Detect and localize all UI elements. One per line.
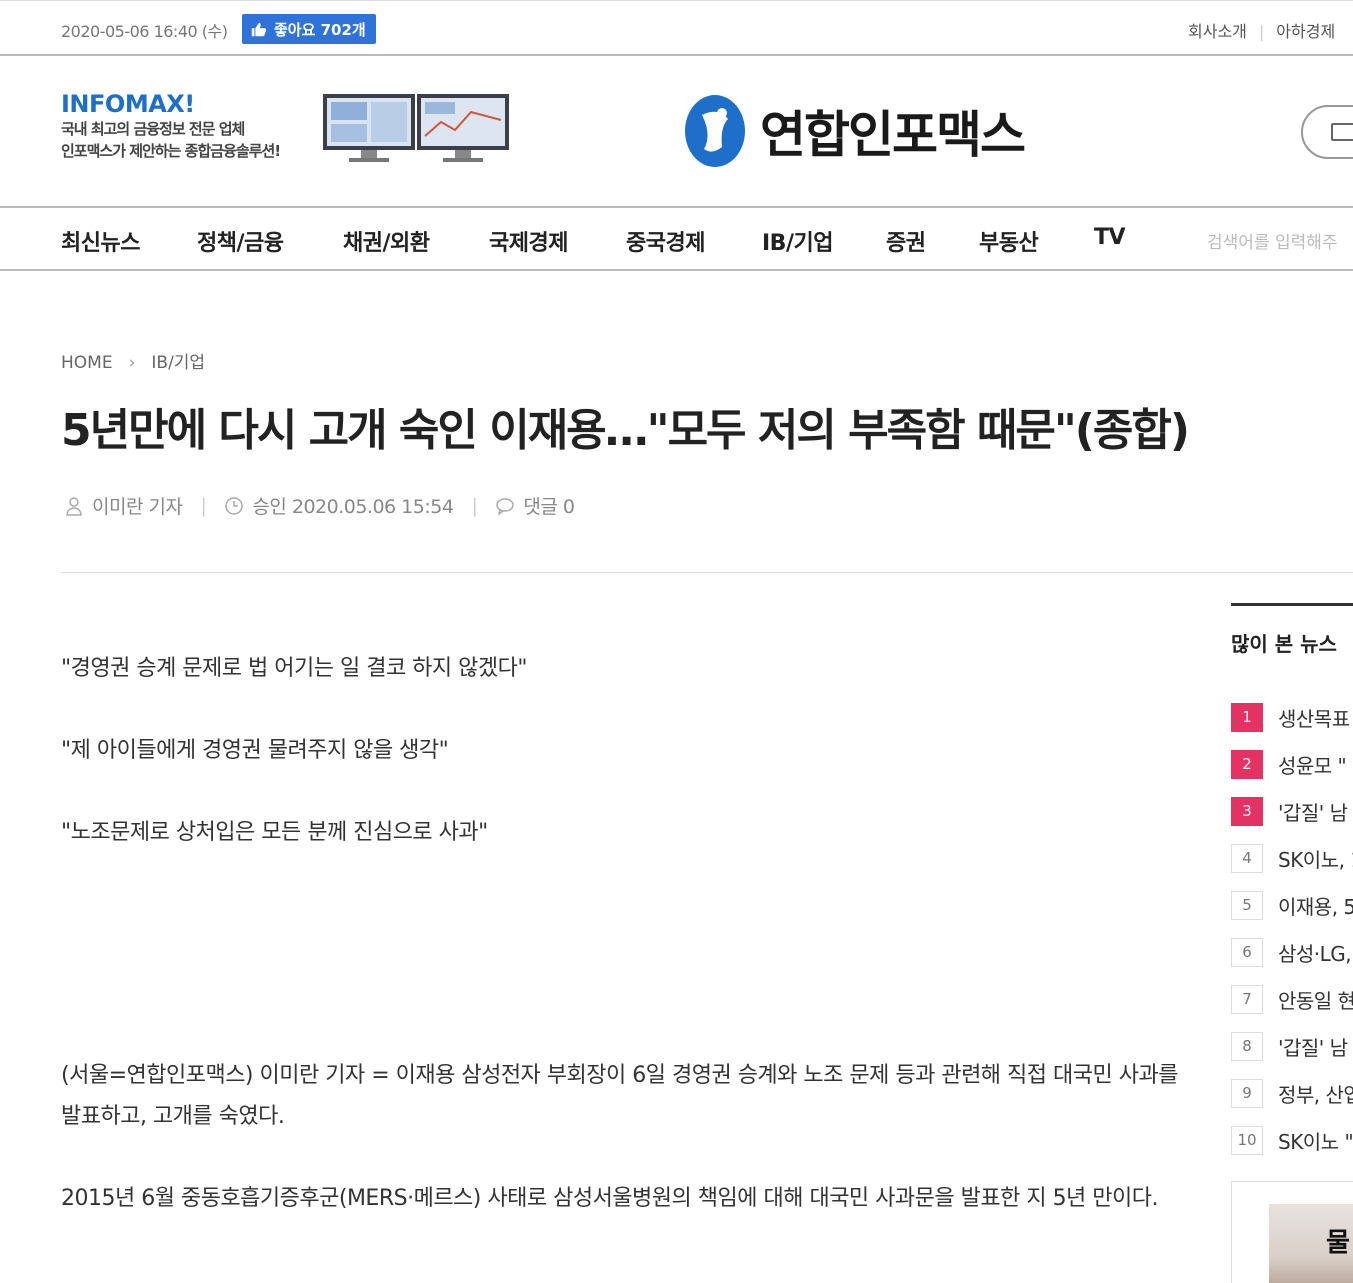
nav-securities[interactable]: 증권 — [886, 225, 926, 257]
facebook-like-button[interactable]: 좋아요 702개 — [242, 14, 376, 44]
rank-headline[interactable]: '갑질' 남 — [1278, 1032, 1348, 1061]
aha-economy-link[interactable]: 아하경제 — [1276, 22, 1335, 41]
rank-headline[interactable]: SK이노 " — [1278, 1126, 1353, 1155]
rank-number: 5 — [1231, 891, 1263, 920]
breadcrumb-section[interactable]: IB/기업 — [151, 353, 205, 373]
rank-number: 9 — [1231, 1079, 1263, 1108]
article-quote: "제 아이들에게 경영권 물려주지 않을 생각" — [61, 738, 449, 763]
rank-headline[interactable]: '갑질' 남 — [1278, 797, 1348, 826]
comment-icon — [496, 497, 515, 516]
yonhap-logo-icon — [685, 95, 745, 167]
popular-news-item[interactable]: 4 SK이노, 1 — [1231, 842, 1353, 874]
header-divider — [61, 572, 1353, 573]
monitor-icon — [1331, 123, 1353, 141]
rank-headline[interactable]: SK이노, 1 — [1278, 844, 1353, 873]
popular-news-sidebar: 많이 본 뉴스 1 생산목표 2 성윤모 " 3 '갑질' 남 4 SK이노, 1 5이… — [1231, 603, 1353, 1283]
popular-news-item[interactable]: 10 SK이노 " — [1231, 1124, 1353, 1156]
current-datetime: 2020-05-06 16:40 (수) — [61, 22, 228, 41]
top-bar: 2020-05-06 16:40 (수) 좋아요 702개 회사소개 | 아하경제 — [0, 0, 1353, 56]
popular-news-item[interactable]: 9 정부, 산업 — [1231, 1077, 1353, 1109]
popular-news-item[interactable]: 6 삼성·LG, — [1231, 936, 1353, 968]
rank-headline[interactable]: 이재용, 5 — [1278, 891, 1353, 920]
article-quote: "경영권 승계 문제로 법 어기는 일 결코 하지 않겠다" — [61, 656, 528, 681]
nav-real-estate[interactable]: 부동산 — [979, 225, 1039, 257]
link-divider: | — [1258, 22, 1265, 41]
top-links: 회사소개 | 아하경제 — [1188, 18, 1335, 42]
breadcrumb: HOME › IB/기업 — [61, 348, 205, 373]
company-intro-link[interactable]: 회사소개 — [1188, 22, 1247, 41]
popular-news-item[interactable]: 2 성윤모 " — [1231, 748, 1353, 780]
rank-number: 3 — [1231, 797, 1263, 826]
thumbs-up-icon — [251, 22, 267, 37]
rank-headline[interactable]: 생산목표 — [1278, 703, 1350, 732]
infomax-ad-banner[interactable]: INFOMAX! 국내 최고의 금융정보 전문 업체 인포맥스가 제안하는 종합… — [61, 90, 511, 170]
rank-number: 6 — [1231, 938, 1263, 967]
comment-count[interactable]: 댓글 0 — [523, 492, 575, 519]
nav-tv[interactable]: TV — [1094, 225, 1126, 250]
rank-number: 8 — [1231, 1032, 1263, 1061]
nav-bonds-fx[interactable]: 채권/외환 — [343, 225, 430, 257]
rank-number: 2 — [1231, 750, 1263, 779]
site-header: INFOMAX! 국내 최고의 금융정보 전문 업체 인포맥스가 제안하는 종합… — [0, 56, 1353, 208]
user-icon — [66, 496, 82, 516]
popular-news-item[interactable]: 1 생산목표 — [1231, 701, 1353, 733]
nav-ib-corporate[interactable]: IB/기업 — [762, 225, 833, 257]
sidebar-photo-caption: 물 — [1326, 1228, 1350, 1258]
logo-text: 연합인포맥스 — [760, 106, 1026, 164]
nav-policy-finance[interactable]: 정책/금융 — [197, 225, 284, 257]
rank-headline[interactable]: 정부, 산업 — [1278, 1079, 1353, 1108]
search-input[interactable]: 검색어를 입력해주 — [1207, 228, 1338, 253]
article-paragraph: (서울=연합인포맥스) 이미란 기자 = 이재용 삼성전자 부회장이 6일 경영… — [61, 1063, 1178, 1129]
sidebar-top-rule — [1231, 603, 1353, 606]
article-meta: 이미란 기자 | 승인 2020.05.06 15:54 | 댓글 0 — [64, 492, 575, 519]
popular-news-item[interactable]: 5 이재용, 5 — [1231, 889, 1353, 921]
nav-international[interactable]: 국제경제 — [489, 225, 568, 257]
tv-button[interactable] — [1301, 105, 1353, 159]
article-paragraph: 2015년 6월 중동호흡기증후군(MERS·메르스) 사태로 삼성서울병원의 … — [61, 1186, 1159, 1211]
rank-headline[interactable]: 안동일 현 — [1278, 985, 1353, 1014]
nav-latest-news[interactable]: 최신뉴스 — [61, 225, 140, 257]
rank-number: 10 — [1231, 1126, 1263, 1155]
rank-number: 7 — [1231, 985, 1263, 1014]
rank-number: 1 — [1231, 703, 1263, 732]
site-logo[interactable]: 연합인포맥스 — [682, 90, 1026, 172]
like-count-label: 좋아요 702개 — [274, 20, 366, 39]
rank-headline[interactable]: 삼성·LG, — [1278, 938, 1352, 967]
clock-icon — [225, 496, 244, 515]
sidebar-photo-card[interactable]: 물 — [1231, 1181, 1353, 1283]
article-title: 5년만에 다시 고개 숙인 이재용…"모두 저의 부족함 때문"(종합) — [61, 405, 1190, 456]
main-nav: 최신뉴스 정책/금융 채권/외환 국제경제 중국경제 IB/기업 증권 부동산 … — [0, 208, 1353, 271]
nav-china[interactable]: 중국경제 — [626, 225, 705, 257]
popular-news-item[interactable]: 8 '갑질' 남 — [1231, 1030, 1353, 1062]
rank-headline[interactable]: 성윤모 " — [1278, 750, 1347, 779]
article-approved-time: 승인 2020.05.06 15:54 — [252, 496, 454, 518]
popular-news-item[interactable]: 3 '갑질' 남 — [1231, 795, 1353, 827]
monitors-image — [323, 94, 509, 162]
meta-divider: | — [200, 494, 207, 517]
popular-news-item[interactable]: 7 안동일 현 — [1231, 983, 1353, 1015]
meta-divider: | — [471, 494, 478, 517]
popular-news-title: 많이 본 뉴스 — [1231, 632, 1337, 656]
chevron-right-icon: › — [128, 353, 136, 373]
rank-number: 4 — [1231, 844, 1263, 873]
breadcrumb-home[interactable]: HOME — [61, 353, 113, 373]
article-quote: "노조문제로 상처입은 모든 분께 진심으로 사과" — [61, 820, 488, 845]
article-author: 이미란 기자 — [92, 496, 183, 518]
